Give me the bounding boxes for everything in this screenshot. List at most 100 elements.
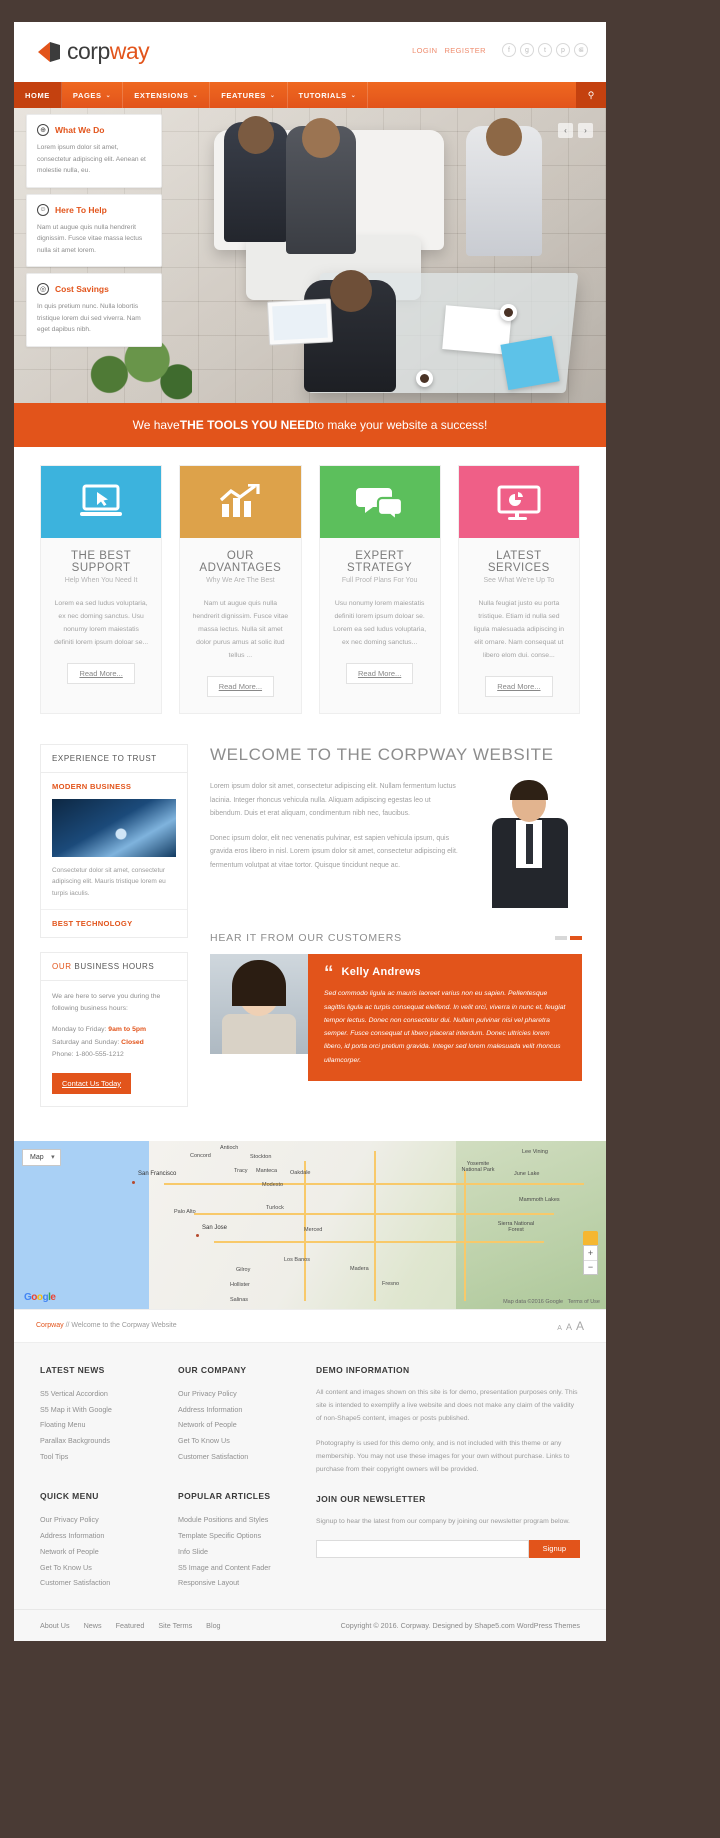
feature-boxes: THE BEST SUPPORT Help When You Need It L… <box>14 447 606 738</box>
font-size-controls[interactable]: A A A <box>557 1319 584 1333</box>
font-size-medium-button[interactable]: A <box>566 1322 572 1332</box>
accordion-item-best-technology[interactable]: BEST TECHNOLOGY <box>41 910 187 937</box>
read-more-button[interactable]: Read More... <box>67 662 135 684</box>
footer-link[interactable]: S5 Vertical Accordion <box>40 1386 158 1402</box>
newsletter-signup-button[interactable]: Signup <box>528 1539 580 1558</box>
footer-block-popular-articles: POPULAR ARTICLES Module Positions and St… <box>178 1491 296 1591</box>
login-link[interactable]: LOGIN <box>412 46 437 55</box>
footer-bottom-link[interactable]: About Us <box>40 1621 70 1630</box>
footer-link[interactable]: S5 Map it With Google <box>40 1402 158 1418</box>
facebook-icon[interactable]: f <box>502 43 516 57</box>
logo-mark-icon <box>38 41 60 62</box>
footer-link[interactable]: Parallax Backgrounds <box>40 1433 158 1449</box>
map-zoom-controls[interactable]: + − <box>583 1244 598 1275</box>
footer-link[interactable]: Module Positions and Styles <box>178 1512 296 1528</box>
footer-link[interactable]: Network of People <box>40 1544 158 1560</box>
footer-link[interactable]: Floating Menu <box>40 1417 158 1433</box>
nav-item-home[interactable]: HOME <box>14 82 62 108</box>
nav-item-extensions[interactable]: EXTENSIONS ⌄ <box>123 82 211 108</box>
google-map[interactable]: San Francisco San Jose Concord Stockton … <box>14 1140 606 1309</box>
rss-icon[interactable]: ⋐ <box>574 43 588 57</box>
footer-link[interactable]: Tool Tips <box>40 1449 158 1465</box>
footer-link[interactable]: S5 Image and Content Fader <box>178 1560 296 1576</box>
nav-label: PAGES <box>72 90 102 100</box>
footer-bottom-link[interactable]: Blog <box>206 1621 220 1630</box>
footer-link[interactable]: Customer Satisfaction <box>178 1449 296 1465</box>
testimonial-pager[interactable] <box>555 936 582 941</box>
map-city-label: Manteca <box>256 1167 278 1174</box>
nav-label: HOME <box>25 90 50 100</box>
nav-label: EXTENSIONS <box>134 90 189 100</box>
slide-box-text: Lorem ipsum dolor sit amet, consectetur … <box>37 144 146 175</box>
footer-link[interactable]: Address Information <box>40 1528 158 1544</box>
footer-link[interactable]: Get To Know Us <box>178 1433 296 1449</box>
coffee-cup-shape <box>500 304 517 321</box>
feature-box-services[interactable]: LATEST SERVICES See What We're Up To Nul… <box>457 465 580 714</box>
site-logo[interactable]: corpway <box>38 38 150 65</box>
google-plus-icon[interactable]: g <box>520 43 534 57</box>
font-size-large-button[interactable]: A <box>576 1319 584 1333</box>
newsletter-email-input[interactable] <box>316 1539 529 1558</box>
map-terms-link[interactable]: Terms of Use <box>568 1299 600 1305</box>
slide-box-text: In quis pretium nunc. Nulla lobortis tri… <box>37 303 141 334</box>
nav-item-tutorials[interactable]: TUTORIALS ⌄ <box>288 82 369 108</box>
map-city-label: Tracy <box>234 1167 248 1174</box>
read-more-button[interactable]: Read More... <box>485 675 553 697</box>
footer-link[interactable]: Get To Know Us <box>40 1560 158 1576</box>
map-city-label: Fresno <box>382 1280 400 1287</box>
twitter-icon[interactable]: t <box>538 43 552 57</box>
welcome-section: EXPERIENCE TO TRUST MODERN BUSINESS Cons… <box>14 737 606 1141</box>
coffee-cup-shape <box>416 370 433 387</box>
zoom-in-button[interactable]: + <box>584 1246 597 1260</box>
pager-dot[interactable] <box>555 936 567 941</box>
read-more-button[interactable]: Read More... <box>206 675 275 697</box>
feature-box-advantages[interactable]: OUR ADVANTAGES Why We Are The Best Nam u… <box>179 465 302 714</box>
nav-item-features[interactable]: FEATURES ⌄ <box>210 82 288 108</box>
slide-box[interactable]: ⊕ What We Do Lorem ipsum dolor sit amet,… <box>26 114 162 188</box>
footer-link[interactable]: Our Privacy Policy <box>40 1512 158 1528</box>
feature-box-support[interactable]: THE BEST SUPPORT Help When You Need It L… <box>40 465 163 714</box>
footer-link[interactable]: Our Privacy Policy <box>178 1386 296 1402</box>
slide-box[interactable]: ☺ Here To Help Nam ut augue quis nulla h… <box>26 193 162 268</box>
map-city-label: Los Banos <box>284 1256 310 1263</box>
breadcrumb-root[interactable]: Corpway <box>36 1322 64 1329</box>
footer-link[interactable]: Customer Satisfaction <box>40 1575 158 1591</box>
font-size-small-button[interactable]: A <box>557 1325 562 1332</box>
map-town-label: Lee Vining <box>522 1148 548 1155</box>
footer-link[interactable]: Template Specific Options <box>178 1528 296 1544</box>
slide-box[interactable]: ◎ Cost Savings In quis pretium nunc. Nul… <box>26 273 162 347</box>
accordion-header: EXPERIENCE TO TRUST <box>41 745 187 773</box>
feature-text: Nam ut augue quis nulla hendrerit dignis… <box>192 600 289 659</box>
laptop-cursor-icon <box>41 466 162 538</box>
footer-link[interactable]: Address Information <box>178 1402 296 1418</box>
read-more-button[interactable]: Read More... <box>345 662 414 684</box>
footer-bottom-link[interactable]: Site Terms <box>158 1621 192 1630</box>
contact-us-button[interactable]: Contact Us Today <box>52 1072 132 1094</box>
map-type-selector[interactable]: Map <box>22 1148 61 1166</box>
search-icon[interactable]: ⚲ <box>576 82 606 108</box>
chevron-down-icon: ⌄ <box>350 92 357 99</box>
footer-link[interactable]: Info Slide <box>178 1544 296 1560</box>
nav-item-pages[interactable]: PAGES ⌄ <box>62 82 124 108</box>
tagline-banner: We have THE TOOLS YOU NEED to make your … <box>14 403 606 447</box>
slide-next-arrow[interactable]: › <box>578 123 593 138</box>
footer-link[interactable]: Network of People <box>178 1417 296 1433</box>
footer-bottom-link[interactable]: News <box>84 1621 102 1630</box>
pinterest-icon[interactable]: p <box>556 43 570 57</box>
testimonial-header: HEAR IT FROM OUR CUSTOMERS <box>210 932 582 944</box>
map-city-label: Madera <box>350 1265 369 1272</box>
zoom-out-button[interactable]: − <box>584 1259 597 1274</box>
feature-box-body: THE BEST SUPPORT Help When You Need It L… <box>41 538 161 700</box>
map-city-label: Turlock <box>266 1204 284 1211</box>
person-shape <box>224 116 288 242</box>
footer-bottom-link[interactable]: Featured <box>116 1621 145 1630</box>
presentation-chart-icon <box>458 466 579 538</box>
footer-link[interactable]: Responsive Layout <box>178 1575 296 1591</box>
pager-dot-active[interactable] <box>570 936 582 941</box>
accordion-item-modern-business[interactable]: MODERN BUSINESS Consectetur dolor sit am… <box>41 773 187 910</box>
register-link[interactable]: REGISTER <box>444 46 486 55</box>
support-face-icon: ☺ <box>37 203 49 216</box>
feature-box-strategy[interactable]: EXPERT STRATEGY Full Proof Plans For You… <box>318 465 441 714</box>
accordion-item-title: BEST TECHNOLOGY <box>52 918 133 928</box>
slide-prev-arrow[interactable]: ‹ <box>558 123 573 138</box>
